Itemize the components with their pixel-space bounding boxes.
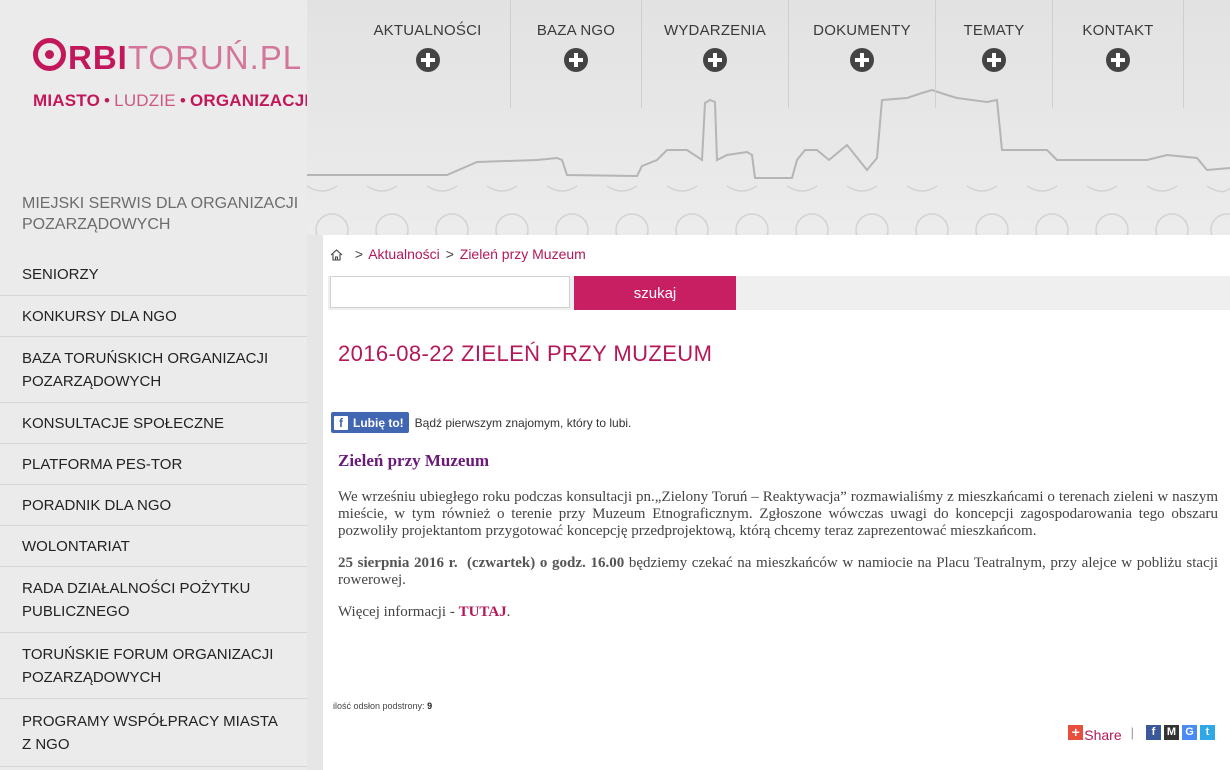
header: AKTUALNOŚCI BAZA NGO WYDARZENIA DOKUMENT… (307, 0, 1230, 235)
article-paragraph: 25 sierpnia 2016 r. (czwartek) o godz. 1… (338, 555, 1218, 589)
plus-circle-icon (703, 48, 727, 72)
share-bar: + Share | f M G t (1068, 721, 1215, 743)
facebook-share-icon[interactable]: f (1146, 724, 1161, 740)
page-views-count: 9 (427, 701, 433, 711)
page-title: 2016-08-22 ZIELEŃ PRZY MUZEUM (338, 341, 713, 366)
nav-label: BAZA NGO (536, 22, 616, 39)
site-logo[interactable]: RBITORUŃ.PL MIASTO • LUDZIE • ORGANIZACJE (33, 36, 316, 111)
sidebar-item-baza-organizacji[interactable]: BAZA TORUŃSKICH ORGANIZACJI POZARZĄDOWYC… (0, 337, 307, 403)
article: Zieleń przy Muzeum We wrześniu ubiegłego… (338, 451, 1218, 636)
sidebar-item-konsultacje[interactable]: KONSULTACJE SPOŁECZNE (0, 403, 307, 444)
nav-label: AKTUALNOŚCI (373, 22, 482, 39)
article-heading: Zieleń przy Muzeum (338, 451, 490, 470)
more-info-text: Więcej informacji - (338, 604, 455, 620)
logo-rest: TORUŃ.PL (127, 39, 303, 76)
event-time: 16.00 (590, 555, 625, 571)
nav-item-kontakt[interactable]: KONTAKT (1053, 0, 1184, 108)
nav-label: DOKUMENTY (813, 22, 911, 39)
plus-circle-icon (415, 48, 440, 72)
google-share-icon[interactable]: G (1182, 724, 1197, 740)
facebook-like-text: Bądź pierwszym znajomym, który to lubi. (414, 415, 632, 430)
nav-label: WYDARZENIA (663, 22, 766, 39)
sidebar-item-platforma[interactable]: PLATFORMA PES-TOR (0, 444, 307, 485)
share-plus-icon[interactable]: + (1068, 724, 1084, 740)
nav-label: TEMATY (963, 22, 1025, 39)
sidebar-item-forum[interactable]: TORUŃSKIE FORUM ORGANIZACJI POZARZĄDOWYC… (0, 633, 307, 699)
breadcrumb-separator: > (354, 246, 364, 262)
nav-item-tematy[interactable]: TEMATY (936, 0, 1053, 108)
sidebar-menu: SENIORZY KONKURSY DLA NGO BAZA TORUŃSKIC… (0, 253, 307, 767)
more-info-link[interactable]: TUTAJ (459, 604, 507, 620)
tagline-dot: • (104, 91, 111, 110)
logo-tagline: MIASTO • LUDZIE • ORGANIZACJE (33, 91, 316, 111)
sidebar-item-konkursy[interactable]: KONKURSY DLA NGO (0, 296, 307, 337)
sidebar-item-wolontariat[interactable]: WOLONTARIAT (0, 526, 307, 567)
nav-item-dokumenty[interactable]: DOKUMENTY (789, 0, 936, 108)
nav-label: KONTAKT (1082, 22, 1154, 39)
plus-circle-icon (1106, 48, 1130, 72)
facebook-like-widget: f Lubię to! Bądź pierwszym znajomym, któ… (331, 412, 631, 433)
breadcrumb-current[interactable]: Zieleń przy Muzeum (460, 246, 586, 262)
main-content: > Aktualności > Zieleń przy Muzeum szuka… (323, 235, 1230, 770)
breadcrumb-link-aktualnosci[interactable]: Aktualności (368, 246, 440, 262)
share-separator: | (1130, 724, 1134, 740)
more-info-end: . (506, 604, 511, 620)
event-mid: o godz. (539, 555, 586, 571)
myspace-share-icon[interactable]: M (1164, 724, 1179, 740)
sidebar: RBITORUŃ.PL MIASTO • LUDZIE • ORGANIZACJE MI… (0, 0, 316, 770)
tagline-dot: • (179, 91, 186, 110)
nav-item-baza-ngo[interactable]: BAZA NGO (511, 0, 642, 108)
event-date: 25 sierpnia 2016 r. (338, 555, 458, 571)
nav-item-aktualnosci[interactable]: AKTUALNOŚCI (345, 0, 511, 108)
breadcrumb-separator: > (445, 246, 454, 262)
facebook-icon: f (334, 415, 348, 430)
facebook-like-button[interactable]: f Lubię to! (331, 412, 409, 433)
plus-circle-icon (982, 48, 1006, 72)
page-views: ilość odsłon podstrony: 9 (333, 701, 432, 711)
tagline-part3: ORGANIZACJE (189, 91, 316, 110)
sidebar-item-rada[interactable]: RADA DZIAŁALNOŚCI POŻYTKU PUBLICZNEGO (0, 567, 307, 633)
site-description: MIEJSKI SERWIS DLA ORGANIZACJI POZARZĄDO… (22, 195, 299, 233)
logo-rbi: RBI (68, 39, 128, 76)
breadcrumb: > Aktualności > Zieleń przy Muzeum (330, 246, 586, 262)
plus-circle-icon (850, 48, 874, 72)
search-bar: szukaj (328, 276, 1230, 310)
sidebar-item-programy[interactable]: PROGRAMY WSPÓŁPRACY MIASTA Z NGO (0, 699, 307, 767)
search-input[interactable] (330, 276, 570, 308)
search-button[interactable]: szukaj (574, 276, 736, 310)
sidebar-item-poradnik[interactable]: PORADNIK DLA NGO (0, 485, 307, 526)
sidebar-item-seniorzy[interactable]: SENIORZY (0, 253, 307, 296)
plus-circle-icon (564, 48, 588, 72)
logo-o-icon (33, 38, 66, 71)
twitter-share-icon[interactable]: t (1200, 724, 1215, 740)
share-button[interactable]: Share (1084, 727, 1121, 743)
event-day: (czwartek) (466, 555, 536, 571)
home-icon[interactable] (330, 249, 343, 261)
page-views-label: ilość odsłon podstrony: (333, 701, 425, 711)
nav-item-wydarzenia[interactable]: WYDARZENIA (642, 0, 789, 108)
article-paragraph: Więcej informacji - TUTAJ. (338, 604, 1218, 621)
main-nav: AKTUALNOŚCI BAZA NGO WYDARZENIA DOKUMENT… (307, 0, 1230, 108)
tagline-part1: MIASTO (33, 91, 101, 110)
facebook-like-label: Lubię to! (353, 415, 404, 430)
tagline-part2: LUDZIE (114, 91, 176, 110)
article-paragraph: We wrześniu ubiegłego roku podczas konsu… (338, 489, 1218, 539)
